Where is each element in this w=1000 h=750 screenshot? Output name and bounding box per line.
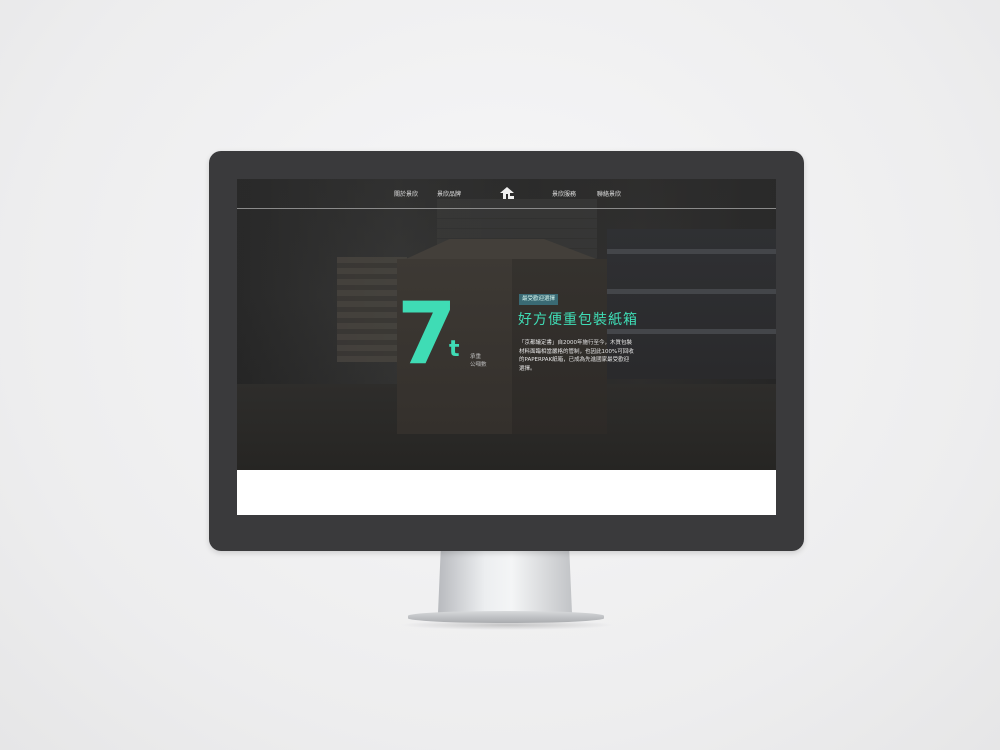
screen: 關於景欣 景欣品牌 景欣服務 聯絡景欣 7 t 承重 公噸數 最受歡迎選擇 好方… (237, 179, 776, 515)
content-area (237, 470, 776, 515)
nav-item-brand[interactable]: 景欣品牌 (437, 189, 461, 198)
monitor-stand-neck (438, 551, 572, 613)
load-number: 7 (397, 284, 457, 384)
hero-section: 關於景欣 景欣品牌 景欣服務 聯絡景欣 7 t 承重 公噸數 最受歡迎選擇 好方… (237, 179, 776, 470)
nav-item-about[interactable]: 關於景欣 (394, 189, 418, 198)
hero-description: 「京都議定書」自2000年施行至今，木質包裝材料面臨相當嚴格的管制，也因此100… (519, 340, 634, 372)
unit-note-line-2: 公噸數 (470, 362, 487, 368)
hero-headline: 好方便重包裝紙箱 (518, 312, 638, 328)
nav-item-services[interactable]: 景欣服務 (552, 189, 576, 198)
top-nav: 關於景欣 景欣品牌 景欣服務 聯絡景欣 (237, 179, 776, 208)
load-unit: t (449, 337, 460, 362)
monitor-stand-base (408, 611, 604, 623)
popular-badge: 最受歡迎選擇 (519, 294, 559, 305)
nav-divider (237, 208, 776, 209)
load-unit-note: 承重 公噸數 (470, 353, 487, 369)
monitor-bezel: 關於景欣 景欣品牌 景欣服務 聯絡景欣 7 t 承重 公噸數 最受歡迎選擇 好方… (209, 151, 804, 551)
js-logo-icon[interactable] (498, 186, 516, 200)
nav-item-contact[interactable]: 聯絡景欣 (597, 189, 621, 198)
unit-note-line-1: 承重 (470, 354, 482, 360)
